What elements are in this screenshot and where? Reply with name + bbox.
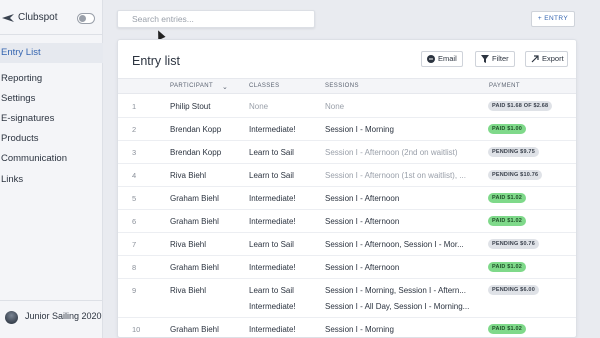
row-number: 5 xyxy=(132,194,137,203)
row-number: 9 xyxy=(132,286,137,295)
class-name: Intermediate! xyxy=(249,302,296,311)
class-name: Learn to Sail xyxy=(249,240,294,249)
table-row[interactable]: 3 Brendan Kopp Learn to Sail Session I - Af… xyxy=(118,141,576,164)
column-header-classes: CLASSES xyxy=(249,83,280,89)
table-row[interactable]: 9 Riva Biehl Learn to Sail Intermediate! Ses… xyxy=(118,279,576,318)
season-selector[interactable]: Junior Sailing 2020 xyxy=(0,300,103,338)
sidebar-item-communication[interactable]: Communication xyxy=(0,149,103,169)
export-button[interactable]: Export xyxy=(525,51,568,67)
table-row[interactable]: 6 Graham Biehl Intermediate! Session I - Af… xyxy=(118,210,576,233)
table-row[interactable]: 1 Philip Stout None None PAID $1.68 OF $2.68 xyxy=(118,95,576,118)
class-name: Intermediate! xyxy=(249,217,296,226)
sidebar-item-products[interactable]: Products xyxy=(0,129,103,149)
page-title: Entry list xyxy=(132,54,180,68)
avatar xyxy=(5,311,18,324)
search-input[interactable] xyxy=(118,11,314,27)
class-name: Intermediate! xyxy=(249,325,296,334)
entry-list-card: Entry list Email Filter Export PARTICIPA… xyxy=(117,39,577,338)
class-name: Learn to Sail xyxy=(249,286,294,295)
session-name: Session I - Afternoon xyxy=(325,194,400,203)
brand-name: Clubspot xyxy=(18,12,58,23)
participant-name: Riva Biehl xyxy=(170,171,207,180)
row-number: 3 xyxy=(132,148,137,157)
theme-toggle[interactable] xyxy=(77,13,95,24)
payment-status-badge: PAID $1.02 xyxy=(488,216,527,226)
session-name: Session I - Morning xyxy=(325,125,394,134)
payment-status-badge: PENDING $10.76 xyxy=(488,170,543,180)
session-name: Session I - Afternoon xyxy=(325,263,400,272)
session-name: Session I - Afternoon (1st on waitlist),… xyxy=(325,171,466,180)
payment-status-badge: PAID $1.68 OF $2.68 xyxy=(488,101,553,111)
session-name: Session I - Afternoon (2nd on waitlist) xyxy=(325,148,458,157)
payment-status-badge: PENDING $9.75 xyxy=(488,147,539,157)
session-name: Session I - All Day, Session I - Morning… xyxy=(325,302,470,311)
row-number: 4 xyxy=(132,171,137,180)
table-row[interactable]: 10 Graham Biehl Intermediate! Session I - M… xyxy=(118,318,576,337)
row-number: 8 xyxy=(132,263,137,272)
filter-button-label: Filter xyxy=(492,54,509,63)
sidebar-item-settings[interactable]: Settings xyxy=(0,89,103,109)
email-button[interactable]: Email xyxy=(421,51,463,67)
participant-name: Brendan Kopp xyxy=(170,148,222,157)
payment-status-badge: PAID $1.02 xyxy=(488,193,527,203)
class-name: Learn to Sail xyxy=(249,171,294,180)
participant-name: Graham Biehl xyxy=(170,194,219,203)
participant-name: Brendan Kopp xyxy=(170,125,222,134)
session-name: None xyxy=(325,102,345,111)
export-button-label: Export xyxy=(542,54,564,63)
class-name: Learn to Sail xyxy=(249,148,294,157)
session-name: Session I - Afternoon, Session I - Mor..… xyxy=(325,240,464,249)
participant-name: Graham Biehl xyxy=(170,263,219,272)
class-name: Intermediate! xyxy=(249,194,296,203)
participant-name: Philip Stout xyxy=(170,102,211,111)
filter-icon xyxy=(481,55,489,63)
sidebar: Clubspot Entry List Reporting Settings E… xyxy=(0,0,103,338)
column-header-payment: PAYMENT xyxy=(489,83,520,89)
chevron-down-icon[interactable]: ⌄ xyxy=(222,83,228,91)
session-name: Session I - Morning, Session I - Aftern.… xyxy=(325,286,466,295)
add-entry-button[interactable]: + ENTRY xyxy=(531,11,575,27)
table-row[interactable]: 4 Riva Biehl Learn to Sail Session I - Afte… xyxy=(118,164,576,187)
class-name: Intermediate! xyxy=(249,263,296,272)
row-number: 1 xyxy=(132,102,137,111)
season-name: Junior Sailing 2020 xyxy=(25,311,102,321)
participant-name: Riva Biehl xyxy=(170,240,207,249)
table-row[interactable]: 5 Graham Biehl Intermediate! Session I - Af… xyxy=(118,187,576,210)
table-header: PARTICIPANT ⌄ CLASSES SESSIONS PAYMENT xyxy=(118,78,576,94)
participant-name: Graham Biehl xyxy=(170,325,219,334)
payment-status-badge: PENDING $6.00 xyxy=(488,285,539,295)
sidebar-item-e-signatures[interactable]: E-signatures xyxy=(0,109,103,129)
row-number: 7 xyxy=(132,240,137,249)
sidebar-item-reporting[interactable]: Reporting xyxy=(0,69,103,89)
sidebar-item-links[interactable]: Links xyxy=(0,170,103,190)
payment-status-badge: PAID $1.02 xyxy=(488,262,527,272)
divider xyxy=(0,34,103,35)
email-icon xyxy=(427,55,435,63)
session-name: Session I - Afternoon xyxy=(325,217,400,226)
email-button-label: Email xyxy=(438,54,457,63)
table-row[interactable]: 2 Brendan Kopp Intermediate! Session I - Mo… xyxy=(118,118,576,141)
payment-status-badge: PAID $1.02 xyxy=(488,324,527,334)
sidebar-item-entry-list[interactable]: Entry List xyxy=(0,43,103,63)
participant-name: Riva Biehl xyxy=(170,286,207,295)
filter-button[interactable]: Filter xyxy=(475,51,515,67)
row-number: 6 xyxy=(132,217,137,226)
logo-icon xyxy=(2,14,14,22)
payment-status-badge: PAID $1.00 xyxy=(488,124,527,134)
session-name: Session I - Morning xyxy=(325,325,394,334)
row-number: 2 xyxy=(132,125,137,134)
column-header-participant[interactable]: PARTICIPANT xyxy=(170,83,213,89)
row-number: 10 xyxy=(132,325,141,334)
payment-status-badge: PENDING $0.76 xyxy=(488,239,539,249)
class-name: Intermediate! xyxy=(249,125,296,134)
export-icon xyxy=(531,55,539,63)
column-header-sessions: SESSIONS xyxy=(325,83,359,89)
table-row[interactable]: 7 Riva Biehl Learn to Sail Session I - Afte… xyxy=(118,233,576,256)
participant-name: Graham Biehl xyxy=(170,217,219,226)
class-name: None xyxy=(249,102,269,111)
brand: Clubspot xyxy=(0,8,103,30)
search-box xyxy=(117,10,315,28)
table-row[interactable]: 8 Graham Biehl Intermediate! Session I - Af… xyxy=(118,256,576,279)
